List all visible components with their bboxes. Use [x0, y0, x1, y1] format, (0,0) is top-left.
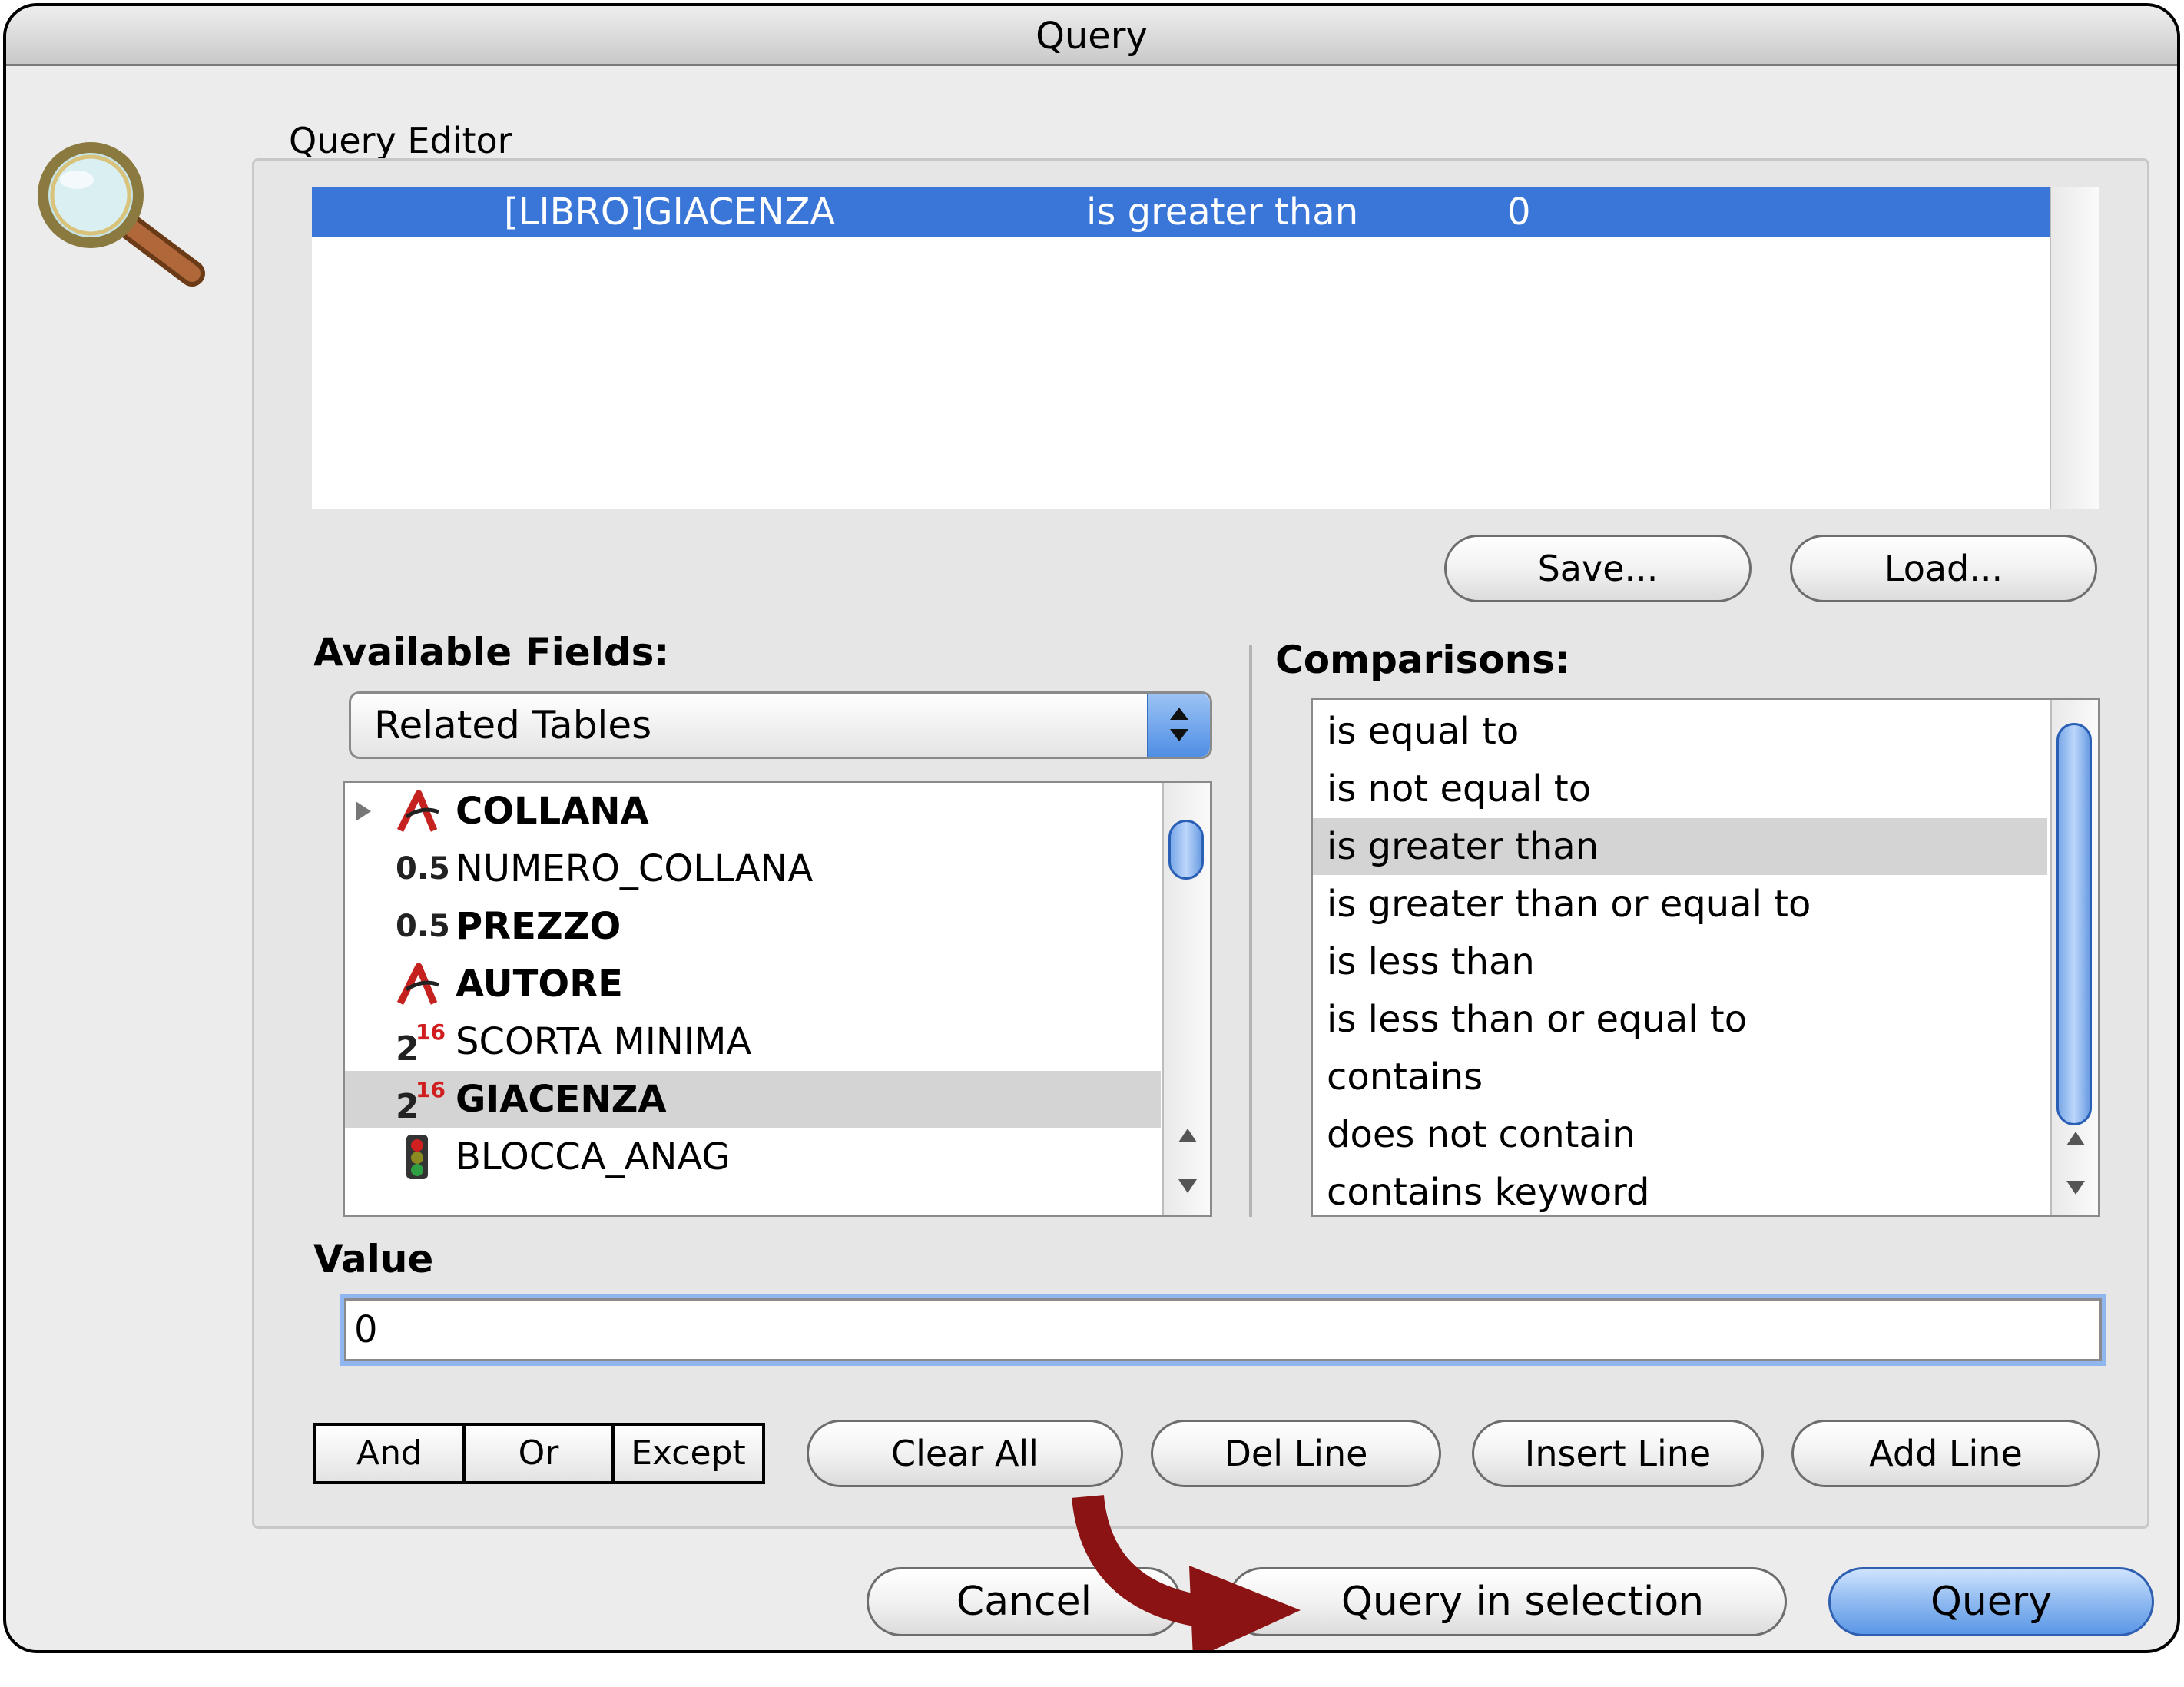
value-input[interactable]	[344, 1298, 2102, 1361]
comparison-option[interactable]: contains	[1313, 1049, 2047, 1105]
query-line-value: 0	[1507, 191, 1531, 234]
popup-selected-value: Related Tables	[374, 703, 652, 747]
add-line-button[interactable]: Add Line	[1791, 1420, 2100, 1487]
value-label: Value	[313, 1237, 434, 1281]
disclosure-triangle-icon[interactable]	[356, 801, 371, 821]
panel-divider	[1249, 645, 1252, 1217]
fields-scroll-thumb[interactable]	[1168, 820, 1204, 880]
field-row-collana[interactable]: COLLANA	[345, 783, 1161, 840]
except-button[interactable]: Except	[611, 1423, 765, 1484]
comparison-option[interactable]: is not equal to	[1313, 761, 2047, 817]
del-line-button[interactable]: Del Line	[1151, 1420, 1441, 1487]
comparison-option[interactable]: is equal to	[1313, 703, 2047, 760]
comparison-option[interactable]: is less than or equal to	[1313, 991, 2047, 1048]
related-tables-popup[interactable]: Related Tables	[349, 691, 1212, 759]
query-button[interactable]: Query	[1828, 1567, 2154, 1636]
comparisons-scroll-thumb[interactable]	[2056, 723, 2092, 1125]
save-button[interactable]: Save...	[1444, 535, 1752, 602]
field-label: GIACENZA	[456, 1078, 667, 1121]
query-line-field: [LIBRO]GIACENZA	[504, 191, 836, 234]
comparisons-scrollbar[interactable]	[2050, 700, 2098, 1215]
comparison-option[interactable]: is less than	[1313, 933, 2047, 990]
real-icon: 0.5	[396, 851, 450, 887]
comparison-option[interactable]: is greater than	[1313, 818, 2047, 875]
available-fields-list[interactable]: ━━━━━━━━━━━━━━ COLLANA0.5NUMERO_COLLANA0…	[343, 781, 1212, 1217]
field-label: BLOCCA_ANAG	[456, 1135, 731, 1178]
query-lines-scrollbar[interactable]	[2050, 187, 2099, 509]
field-label: SCORTA MINIMA	[456, 1020, 752, 1063]
scroll-up-arrow-icon[interactable]	[2066, 1132, 2085, 1145]
or-button[interactable]: Or	[462, 1423, 615, 1484]
insert-line-button[interactable]: Insert Line	[1472, 1420, 1764, 1487]
comparison-option[interactable]: contains keyword	[1313, 1164, 2047, 1215]
scroll-up-arrow-icon[interactable]	[1178, 1129, 1197, 1142]
alpha-icon	[396, 783, 439, 840]
field-row-autore[interactable]: AUTORE	[345, 956, 1161, 1013]
window-title: Query	[1036, 15, 1148, 58]
real-icon: 0.5	[396, 909, 450, 944]
field-row-blocca-anag[interactable]: BLOCCA_ANAG	[345, 1129, 1161, 1185]
comparisons-list[interactable]: is equal to is not equal to is greater tha…	[1311, 698, 2100, 1217]
query-line-row[interactable]: [LIBRO]GIACENZA is greater than 0	[312, 187, 2050, 237]
fields-scrollbar[interactable]	[1162, 783, 1210, 1215]
field-row-giacenza[interactable]: 2 16 GIACENZA	[345, 1071, 1161, 1128]
field-label: NUMERO_COLLANA	[456, 847, 814, 890]
comparison-option[interactable]: does not contain	[1313, 1106, 2047, 1163]
field-row-prezzo[interactable]: 0.5 PREZZO	[345, 898, 1161, 955]
field-label: PREZZO	[456, 905, 621, 948]
query-line-comparison: is greater than	[1086, 191, 1359, 234]
annotation-arrow-icon	[1072, 1494, 1301, 1650]
comparison-option[interactable]: is greater than or equal to	[1313, 876, 2047, 933]
and-button[interactable]: And	[313, 1423, 466, 1484]
title-bar[interactable]: Query	[6, 6, 2177, 66]
load-button[interactable]: Load...	[1790, 535, 2097, 602]
query-dialog: Query Query Editor [LIBRO]GIACENZA is gr…	[3, 3, 2180, 1653]
query-editor-label: Query Editor	[289, 120, 512, 161]
integer-icon: 2 16	[396, 1077, 446, 1126]
query-lines-list[interactable]: [LIBRO]GIACENZA is greater than 0	[312, 187, 2099, 509]
scroll-down-arrow-icon[interactable]	[2066, 1181, 2085, 1195]
field-label: AUTORE	[456, 963, 623, 1006]
available-fields-label: Available Fields:	[313, 630, 670, 674]
field-label: COLLANA	[456, 790, 649, 833]
comparisons-label: Comparisons:	[1275, 638, 1570, 682]
scroll-down-arrow-icon[interactable]	[1178, 1179, 1197, 1193]
field-row-scorta-minima[interactable]: 2 16 SCORTA MINIMA	[345, 1013, 1161, 1070]
conjunction-segmented-control[interactable]: And Or Except	[313, 1423, 765, 1484]
field-row-numero-collana[interactable]: 0.5 NUMERO_COLLANA	[345, 840, 1161, 897]
magnifying-glass-icon	[38, 142, 205, 287]
clear-all-button[interactable]: Clear All	[807, 1420, 1123, 1487]
popup-stepper-arrows-icon	[1147, 694, 1210, 757]
boolean-traffic-light-icon	[396, 1129, 439, 1185]
